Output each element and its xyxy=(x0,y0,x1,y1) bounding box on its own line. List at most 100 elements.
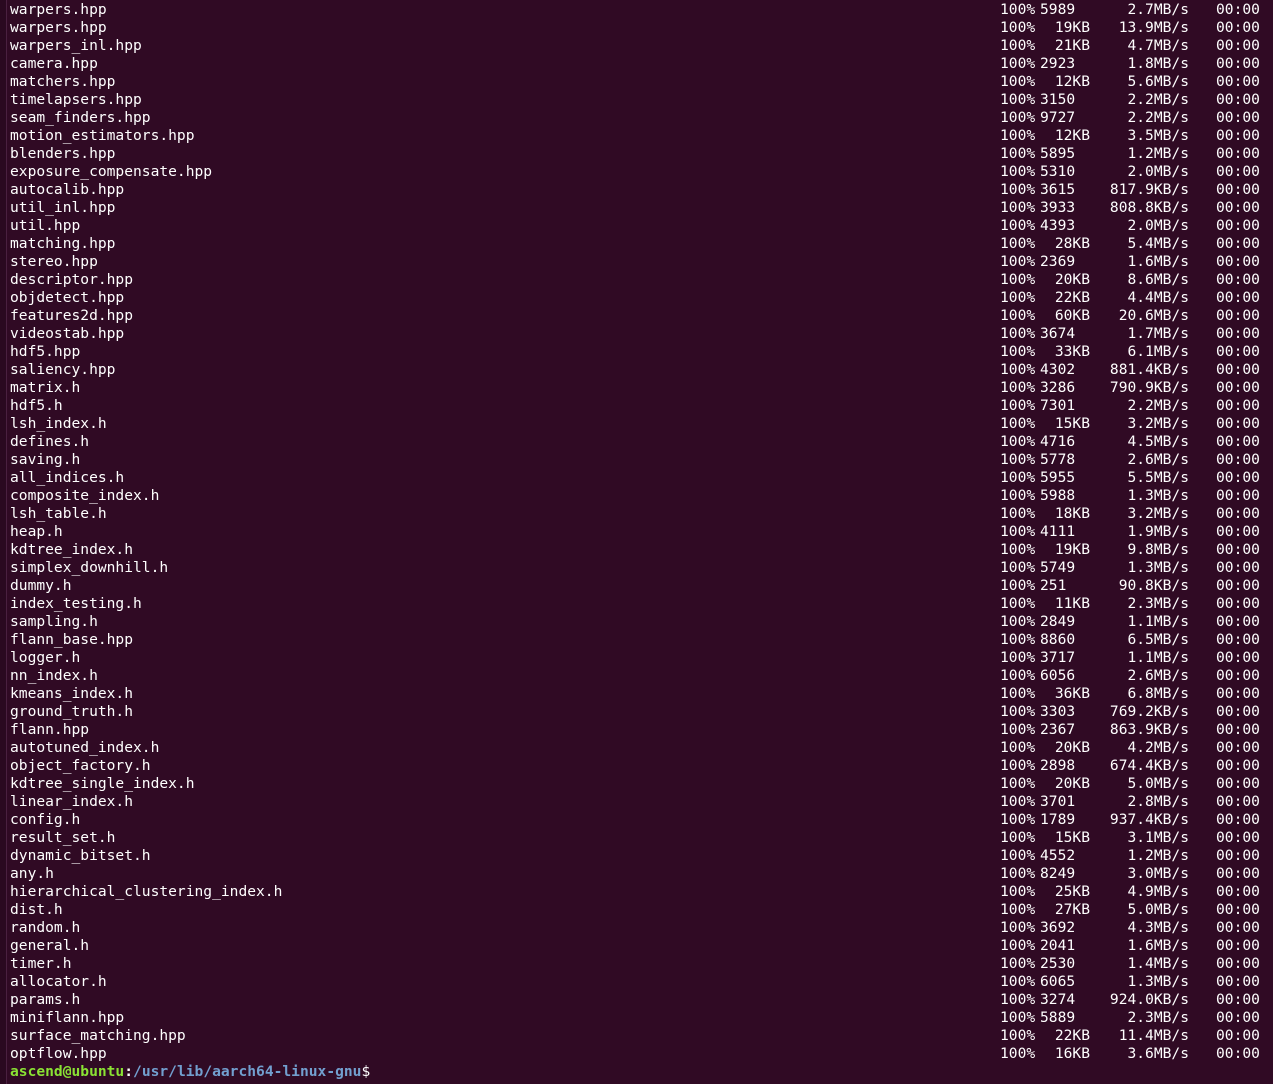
transfer-speed: 4.2MB/s xyxy=(1127,739,1189,756)
transfer-percent: 100% xyxy=(1000,541,1036,558)
file-name: miniflann.hpp xyxy=(10,1009,125,1026)
file-name: object_factory.h xyxy=(10,757,151,774)
file-name: sampling.h xyxy=(10,613,98,630)
terminal-window[interactable]: warpers.hpp 100% 5989 2.7MB/s 00:00 warpers.h… xyxy=(0,0,1273,1084)
transfer-percent: 100% xyxy=(1000,91,1036,108)
transfer-speed: 20.6MB/s xyxy=(1118,307,1189,324)
file-name: defines.h xyxy=(10,433,90,450)
transfer-speed: 808.8KB/s xyxy=(1109,199,1189,216)
file-size: 3717 xyxy=(1040,649,1076,666)
transfer-line: miniflann.hpp 100% 5889 2.3MB/s 00:00 xyxy=(10,1009,1273,1027)
transfer-time: 00:00 xyxy=(1216,955,1260,972)
transfer-percent: 100% xyxy=(1000,523,1036,540)
transfer-line: autotuned_index.h 100% 20KB 4.2MB/s 00:00 xyxy=(10,739,1273,757)
transfer-speed: 3.1MB/s xyxy=(1127,829,1189,846)
transfer-percent: 100% xyxy=(1000,1009,1036,1026)
file-size: 7301 xyxy=(1040,397,1076,414)
file-name: kdtree_index.h xyxy=(10,541,134,558)
transfer-time: 00:00 xyxy=(1216,1009,1260,1026)
prompt-path: /usr/lib/aarch64-linux-gnu xyxy=(133,1063,362,1080)
transfer-line: dist.h 100% 27KB 5.0MB/s 00:00 xyxy=(10,901,1273,919)
transfer-percent: 100% xyxy=(1000,469,1036,486)
transfer-percent: 100% xyxy=(1000,307,1036,324)
transfer-line: saliency.hpp 100% 4302 881.4KB/s 00:00 xyxy=(10,361,1273,379)
file-name: kmeans_index.h xyxy=(10,685,134,702)
file-name: hdf5.hpp xyxy=(10,343,81,360)
transfer-time: 00:00 xyxy=(1216,631,1260,648)
transfer-time: 00:00 xyxy=(1216,199,1260,216)
transfer-speed: 4.3MB/s xyxy=(1127,919,1189,936)
file-size: 15KB xyxy=(1054,415,1090,432)
transfer-percent: 100% xyxy=(1000,631,1036,648)
transfer-time: 00:00 xyxy=(1216,613,1260,630)
transfer-line: util.hpp 100% 4393 2.0MB/s 00:00 xyxy=(10,217,1273,235)
transfer-speed: 4.5MB/s xyxy=(1127,433,1189,450)
transfer-time: 00:00 xyxy=(1216,127,1260,144)
transfer-line: util_inl.hpp 100% 3933 808.8KB/s 00:00 xyxy=(10,199,1273,217)
transfer-speed: 2.2MB/s xyxy=(1127,109,1189,126)
file-size: 19KB xyxy=(1054,19,1090,36)
transfer-percent: 100% xyxy=(1000,487,1036,504)
transfer-percent: 100% xyxy=(1000,991,1036,1008)
file-size: 4111 xyxy=(1040,523,1076,540)
transfer-speed: 2.6MB/s xyxy=(1127,451,1189,468)
file-name: dynamic_bitset.h xyxy=(10,847,151,864)
file-size: 33KB xyxy=(1054,343,1090,360)
file-name: params.h xyxy=(10,991,81,1008)
transfer-speed: 1.7MB/s xyxy=(1127,325,1189,342)
transfer-time: 00:00 xyxy=(1216,451,1260,468)
file-name: allocator.h xyxy=(10,973,107,990)
file-size: 22KB xyxy=(1054,1027,1090,1044)
transfer-time: 00:00 xyxy=(1216,829,1260,846)
transfer-line: lsh_index.h 100% 15KB 3.2MB/s 00:00 xyxy=(10,415,1273,433)
file-size: 4716 xyxy=(1040,433,1076,450)
transfer-speed: 1.2MB/s xyxy=(1127,847,1189,864)
file-name: surface_matching.hpp xyxy=(10,1027,186,1044)
file-size: 3274 xyxy=(1040,991,1076,1008)
transfer-speed: 5.4MB/s xyxy=(1127,235,1189,252)
transfer-speed: 5.0MB/s xyxy=(1127,901,1189,918)
prompt-user-host: ascend@ubuntu xyxy=(10,1063,125,1080)
file-size: 16KB xyxy=(1054,1045,1090,1062)
transfer-speed: 2.2MB/s xyxy=(1127,397,1189,414)
transfer-percent: 100% xyxy=(1000,217,1036,234)
transfer-speed: 2.0MB/s xyxy=(1127,217,1189,234)
transfer-percent: 100% xyxy=(1000,289,1036,306)
shell-prompt[interactable]: ascend@ubuntu:/usr/lib/aarch64-linux-gnu… xyxy=(10,1063,1273,1081)
file-name: autotuned_index.h xyxy=(10,739,160,756)
transfer-line: saving.h 100% 5778 2.6MB/s 00:00 xyxy=(10,451,1273,469)
transfer-time: 00:00 xyxy=(1216,523,1260,540)
transfer-speed: 769.2KB/s xyxy=(1109,703,1189,720)
transfer-speed: 817.9KB/s xyxy=(1109,181,1189,198)
transfer-speed: 1.3MB/s xyxy=(1127,487,1189,504)
transfer-time: 00:00 xyxy=(1216,217,1260,234)
transfer-line: autocalib.hpp 100% 3615 817.9KB/s 00:00 xyxy=(10,181,1273,199)
transfer-time: 00:00 xyxy=(1216,253,1260,270)
transfer-line: blenders.hpp 100% 5895 1.2MB/s 00:00 xyxy=(10,145,1273,163)
transfer-time: 00:00 xyxy=(1216,1,1260,18)
transfer-percent: 100% xyxy=(1000,19,1036,36)
file-size: 18KB xyxy=(1054,505,1090,522)
transfer-line: allocator.h 100% 6065 1.3MB/s 00:00 xyxy=(10,973,1273,991)
transfer-line: kmeans_index.h 100% 36KB 6.8MB/s 00:00 xyxy=(10,685,1273,703)
file-name: saliency.hpp xyxy=(10,361,116,378)
transfer-speed: 2.2MB/s xyxy=(1127,91,1189,108)
file-size: 28KB xyxy=(1054,235,1090,252)
transfer-percent: 100% xyxy=(1000,433,1036,450)
file-size: 1789 xyxy=(1040,811,1076,828)
transfer-speed: 6.8MB/s xyxy=(1127,685,1189,702)
window-edge xyxy=(0,0,7,1084)
transfer-percent: 100% xyxy=(1000,883,1036,900)
transfer-percent: 100% xyxy=(1000,37,1036,54)
transfer-percent: 100% xyxy=(1000,235,1036,252)
file-name: hierarchical_clustering_index.h xyxy=(10,883,283,900)
file-name: general.h xyxy=(10,937,90,954)
file-name: camera.hpp xyxy=(10,55,98,72)
transfer-line: logger.h 100% 3717 1.1MB/s 00:00 xyxy=(10,649,1273,667)
transfer-speed: 3.6MB/s xyxy=(1127,1045,1189,1062)
transfer-percent: 100% xyxy=(1000,721,1036,738)
transfer-percent: 100% xyxy=(1000,685,1036,702)
transfer-line: stereo.hpp 100% 2369 1.6MB/s 00:00 xyxy=(10,253,1273,271)
file-name: util.hpp xyxy=(10,217,81,234)
file-size: 5310 xyxy=(1040,163,1076,180)
